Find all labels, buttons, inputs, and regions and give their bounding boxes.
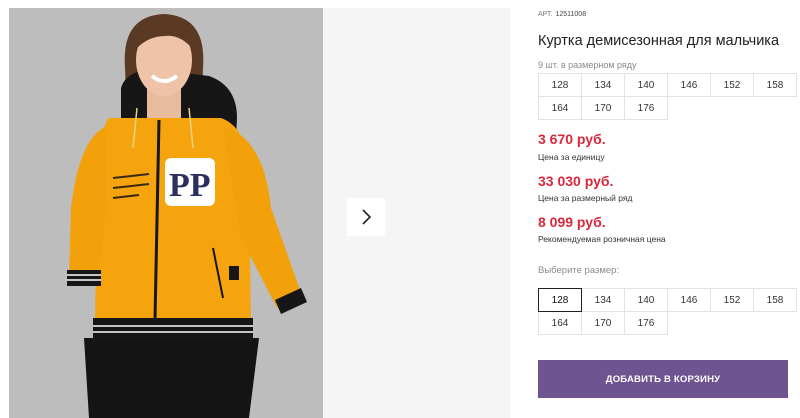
chevron-right-icon bbox=[362, 209, 372, 225]
unit-price: 3 670 руб. bbox=[538, 131, 606, 147]
product-sku: АРТ. 12511008 bbox=[538, 11, 586, 18]
pack-size-cell: 170 bbox=[581, 96, 625, 120]
size-option[interactable]: 134 bbox=[581, 288, 625, 312]
choose-size-label: Выберите размер: bbox=[538, 265, 620, 276]
pack-size-cell: 158 bbox=[753, 73, 797, 97]
product-title: Куртка демисезонная для мальчика bbox=[538, 33, 780, 49]
size-option[interactable]: 176 bbox=[624, 311, 668, 335]
retail-price: 8 099 руб. bbox=[538, 214, 606, 230]
pack-size-cell: 152 bbox=[710, 73, 754, 97]
size-option-selected[interactable]: 128 bbox=[538, 288, 582, 312]
pack-size-cell: 176 bbox=[624, 96, 668, 120]
unit-price-label: Цена за единицу bbox=[538, 152, 605, 162]
pack-price-label: Цена за размерный ряд bbox=[538, 193, 633, 203]
sku-value: 12511008 bbox=[555, 11, 587, 18]
size-option[interactable]: 146 bbox=[667, 288, 711, 312]
pack-size-cell: 164 bbox=[538, 96, 582, 120]
svg-text:PP: PP bbox=[169, 167, 211, 204]
size-option[interactable]: 158 bbox=[753, 288, 797, 312]
pack-size-note: 9 шт. в размерном ряду bbox=[538, 60, 637, 70]
product-photo: PP bbox=[9, 8, 323, 418]
pack-size-cell: 134 bbox=[581, 73, 625, 97]
sku-label: АРТ. bbox=[538, 11, 553, 18]
size-option[interactable]: 140 bbox=[624, 288, 668, 312]
size-option[interactable]: 164 bbox=[538, 311, 582, 335]
size-option[interactable]: 152 bbox=[710, 288, 754, 312]
product-photo-illustration: PP bbox=[9, 8, 323, 418]
pack-size-cell: 128 bbox=[538, 73, 582, 97]
pack-size-cell: 140 bbox=[624, 73, 668, 97]
product-gallery: PP bbox=[9, 8, 510, 418]
gallery-next-button[interactable] bbox=[347, 198, 385, 236]
pack-price: 33 030 руб. bbox=[538, 173, 614, 189]
retail-price-label: Рекомендуемая розничная цена bbox=[538, 234, 666, 244]
pack-size-cell: 146 bbox=[667, 73, 711, 97]
add-to-cart-button[interactable]: ДОБАВИТЬ В КОРЗИНУ bbox=[538, 360, 788, 398]
size-option[interactable]: 170 bbox=[581, 311, 625, 335]
pack-size-grid: 128 134 140 146 152 158 164 170 176 bbox=[538, 73, 797, 120]
size-picker: 128 134 140 146 152 158 164 170 176 bbox=[538, 288, 797, 335]
